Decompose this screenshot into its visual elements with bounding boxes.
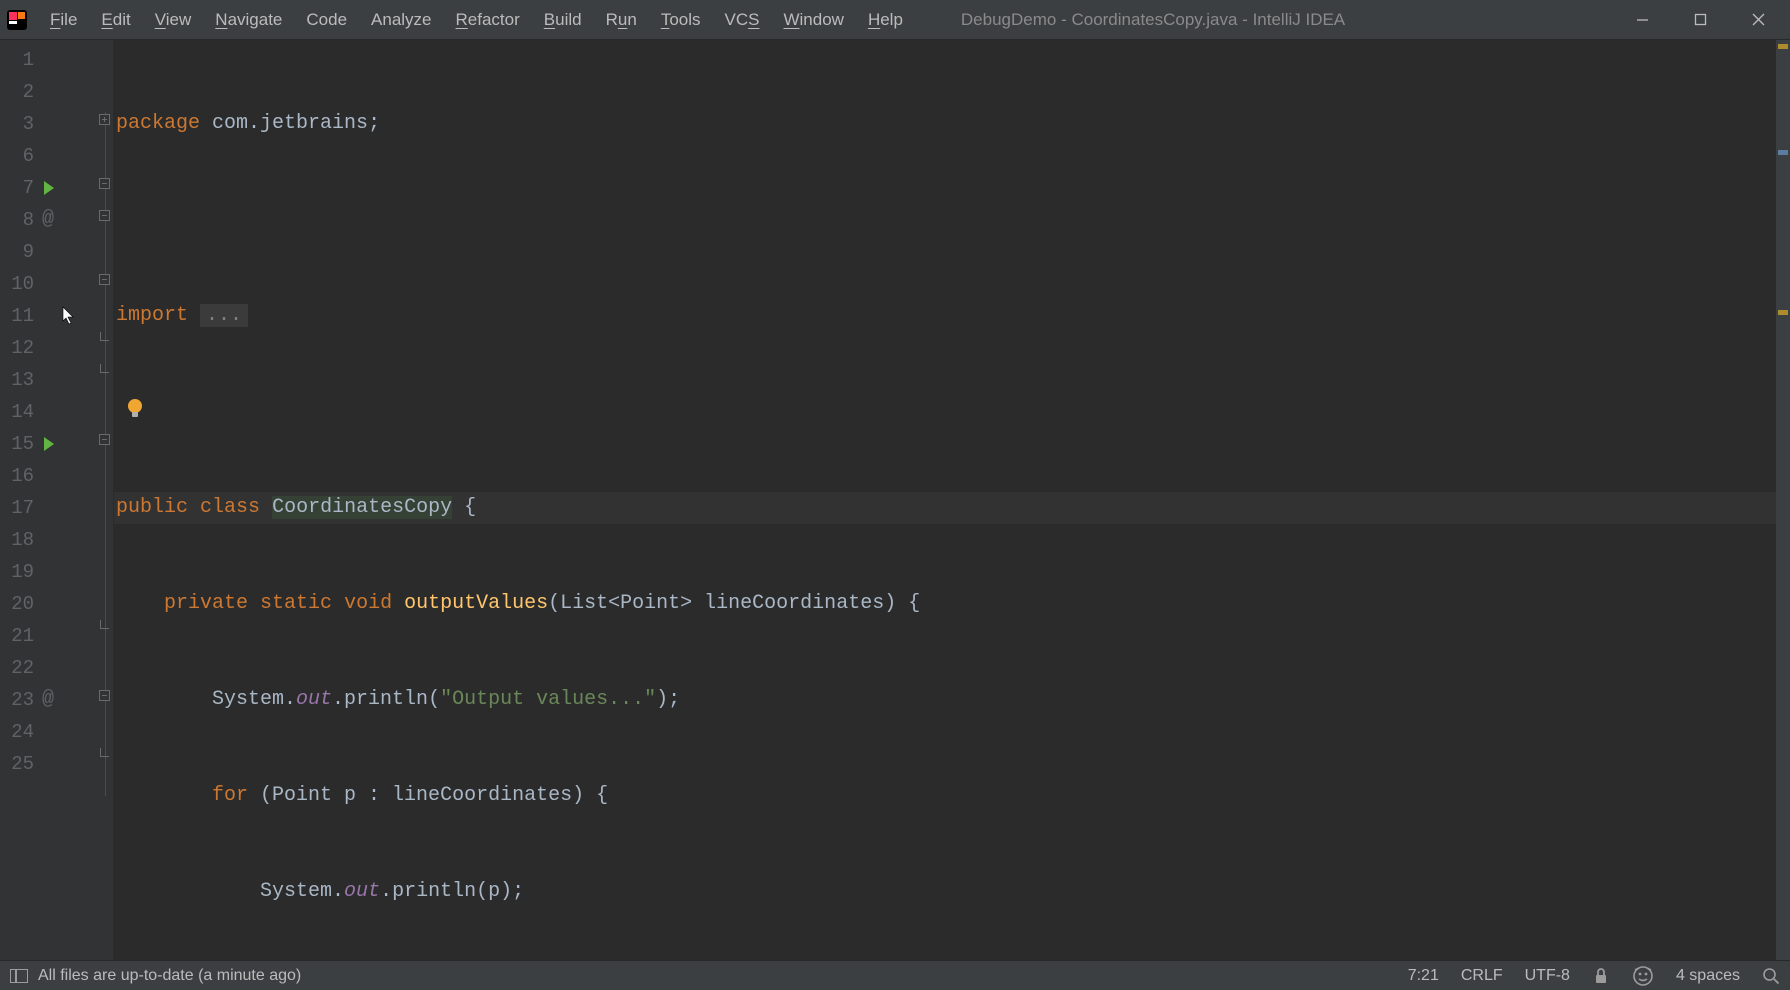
- line-number[interactable]: 18: [0, 524, 40, 556]
- maximize-button[interactable]: [1688, 8, 1712, 32]
- window-title: DebugDemo - CoordinatesCopy.java - Intel…: [961, 10, 1345, 30]
- overview-ruler[interactable]: [1776, 40, 1790, 974]
- code-area[interactable]: package com.jetbrains; import ... public…: [114, 40, 1790, 974]
- line-number[interactable]: 6: [0, 140, 40, 172]
- line-number[interactable]: 15: [0, 428, 40, 460]
- menu-help[interactable]: Help: [858, 6, 913, 34]
- line-number[interactable]: 12: [0, 332, 40, 364]
- menu-vcs[interactable]: VCS: [715, 6, 770, 34]
- line-number[interactable]: 14: [0, 396, 40, 428]
- line-number[interactable]: 25: [0, 748, 40, 780]
- menu-edit[interactable]: Edit: [91, 6, 140, 34]
- line-number[interactable]: 20: [0, 588, 40, 620]
- menu-code[interactable]: Code: [296, 6, 357, 34]
- run-gutter-icon[interactable]: [44, 437, 54, 451]
- close-button[interactable]: [1746, 8, 1770, 32]
- ruler-warning-icon[interactable]: [1778, 44, 1788, 49]
- folded-region[interactable]: ...: [200, 304, 248, 327]
- line-number[interactable]: 22: [0, 652, 40, 684]
- readonly-lock-icon[interactable]: [1592, 967, 1610, 985]
- status-bar: All files are up-to-date (a minute ago) …: [0, 960, 1790, 990]
- indent-setting[interactable]: 4 spaces: [1676, 967, 1740, 985]
- override-gutter-icon[interactable]: @: [42, 204, 54, 236]
- menu-build[interactable]: Build: [534, 6, 592, 34]
- menu-tools[interactable]: Tools: [651, 6, 711, 34]
- line-number[interactable]: 17: [0, 492, 40, 524]
- caret-position[interactable]: 7:21: [1408, 967, 1439, 985]
- fold-toggle-icon[interactable]: [99, 690, 110, 701]
- line-number[interactable]: 24: [0, 716, 40, 748]
- fold-end-icon: [100, 364, 109, 373]
- line-number[interactable]: 9: [0, 236, 40, 268]
- fold-toggle-icon[interactable]: [99, 274, 110, 285]
- line-number[interactable]: 10: [0, 268, 40, 300]
- line-number[interactable]: 21: [0, 620, 40, 652]
- ruler-caret-icon: [1778, 150, 1788, 155]
- memory-indicator-icon[interactable]: [1762, 967, 1780, 985]
- line-separator[interactable]: CRLF: [1461, 967, 1503, 985]
- file-encoding[interactable]: UTF-8: [1525, 967, 1570, 985]
- line-number[interactable]: 2: [0, 76, 40, 108]
- fold-end-icon: [100, 332, 109, 341]
- line-number[interactable]: 7: [0, 172, 40, 204]
- override-gutter-icon[interactable]: @: [42, 684, 54, 716]
- menu-analyze[interactable]: Analyze: [361, 6, 441, 34]
- tool-window-toggle-icon[interactable]: [10, 969, 28, 983]
- fold-toggle-icon[interactable]: [99, 178, 110, 189]
- line-number[interactable]: 11: [0, 300, 40, 332]
- fold-toggle-icon[interactable]: [99, 114, 110, 125]
- menu-file[interactable]: File: [40, 6, 87, 34]
- menu-run[interactable]: Run: [596, 6, 647, 34]
- menu-refactor[interactable]: Refactor: [446, 6, 530, 34]
- menu-window[interactable]: Window: [773, 6, 853, 34]
- title-bar: File Edit View Navigate Code Analyze Ref…: [0, 0, 1790, 40]
- run-gutter-icon[interactable]: [44, 181, 54, 195]
- line-number[interactable]: 23: [0, 684, 40, 716]
- menu-view[interactable]: View: [145, 6, 202, 34]
- minimize-button[interactable]: [1630, 8, 1654, 32]
- app-icon: [6, 9, 28, 31]
- editor[interactable]: 1 2 3 6 7 8@ 9 10 11 12 13 14 15 16 17 1…: [0, 40, 1790, 974]
- line-number[interactable]: 8: [0, 204, 40, 236]
- line-number[interactable]: 19: [0, 556, 40, 588]
- line-number[interactable]: 13: [0, 364, 40, 396]
- line-number[interactable]: 3: [0, 108, 40, 140]
- fold-column[interactable]: [96, 40, 114, 974]
- gutter[interactable]: 1 2 3 6 7 8@ 9 10 11 12 13 14 15 16 17 1…: [0, 40, 96, 974]
- menu-bar: File Edit View Navigate Code Analyze Ref…: [40, 6, 913, 34]
- fold-end-icon: [100, 748, 109, 757]
- intention-bulb-icon[interactable]: [126, 398, 144, 420]
- line-number[interactable]: 1: [0, 44, 40, 76]
- menu-navigate[interactable]: Navigate: [205, 6, 292, 34]
- fold-toggle-icon[interactable]: [99, 210, 110, 221]
- line-number[interactable]: 16: [0, 460, 40, 492]
- fold-toggle-icon[interactable]: [99, 434, 110, 445]
- inspection-profile-icon[interactable]: [1632, 965, 1654, 987]
- status-message: All files are up-to-date (a minute ago): [38, 967, 301, 985]
- fold-end-icon: [100, 620, 109, 629]
- ruler-warning-icon[interactable]: [1778, 310, 1788, 315]
